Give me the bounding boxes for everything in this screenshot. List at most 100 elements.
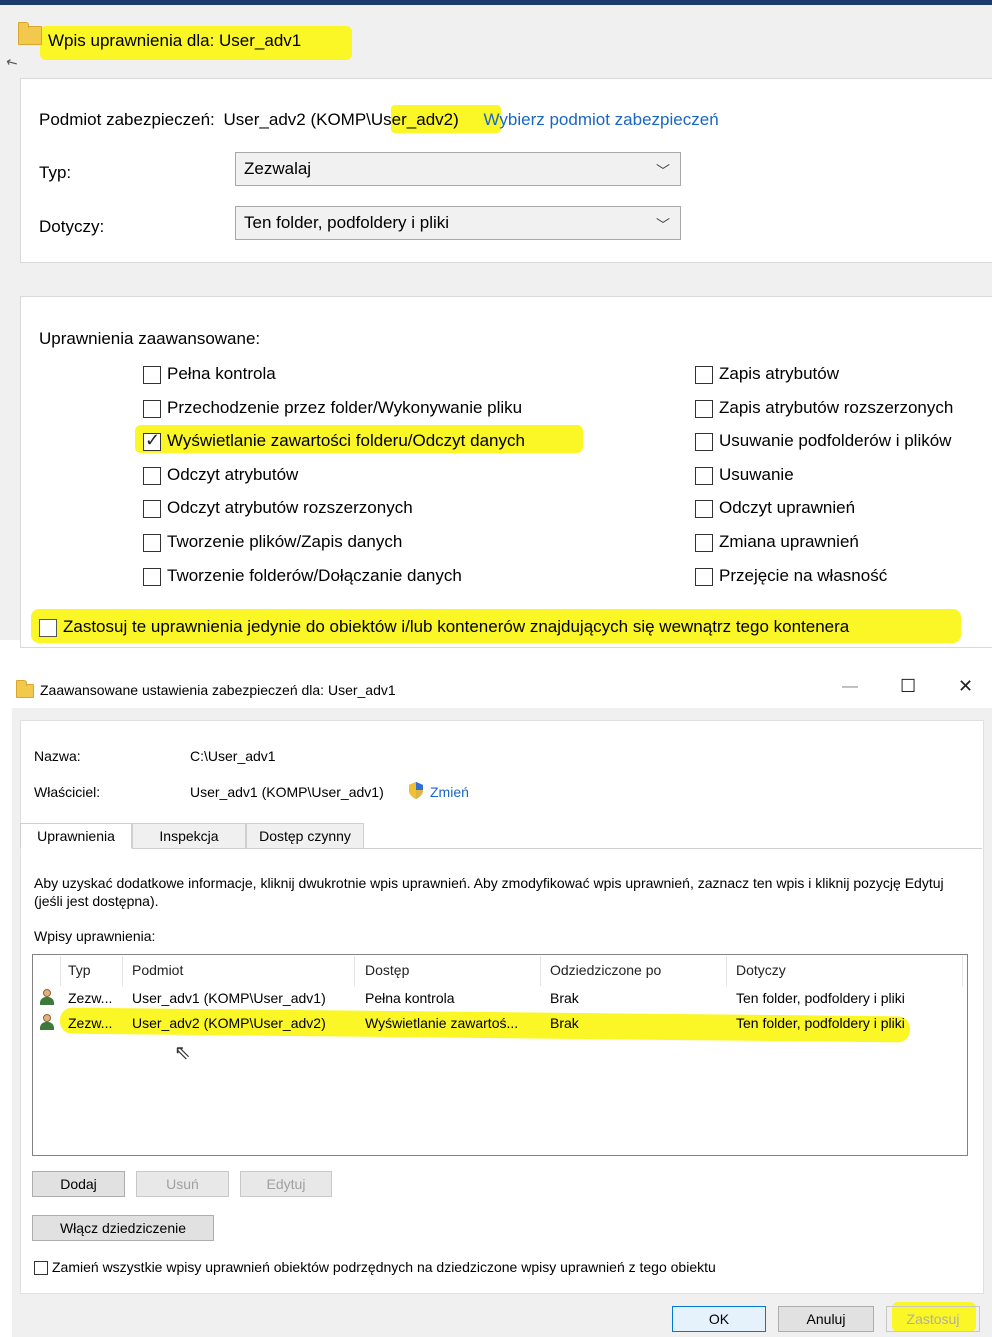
row-principal: User_adv1 (KOMP\User_adv1)	[132, 990, 326, 1006]
permission-label: Pełna kontrola	[167, 364, 276, 383]
applies-select[interactable]: Ten folder, podfoldery i pliki ﹀	[235, 206, 681, 240]
column-divider	[726, 956, 727, 986]
apply-only-label: Zastosuj te uprawnienia jedynie do obiek…	[63, 617, 850, 636]
tab-effective-access[interactable]: Dostęp czynny	[246, 823, 364, 849]
permission-checkbox[interactable]	[143, 430, 161, 452]
name-label: Nazwa:	[34, 748, 81, 764]
type-select[interactable]: Zezwalaj ﹀	[235, 152, 681, 186]
permission-label: Tworzenie plików/Zapis danych	[167, 532, 403, 551]
row-inherited: Brak	[550, 990, 579, 1006]
permission-checkbox[interactable]	[143, 500, 161, 519]
permission-checkbox[interactable]	[695, 433, 713, 452]
chevron-down-icon: ﹀	[656, 163, 670, 179]
permission-label: Przechodzenie przez folder/Wykonywanie p…	[167, 397, 523, 417]
permission-checkbox[interactable]	[695, 500, 713, 519]
change-owner-link[interactable]: Zmień	[430, 784, 469, 800]
permission-checkbox[interactable]	[695, 534, 713, 552]
permission-checkbox[interactable]	[143, 567, 161, 586]
chevron-down-icon: ﹀	[656, 217, 670, 233]
user-icon	[40, 989, 54, 1005]
permission-label: Zmiana uprawnień	[719, 532, 859, 551]
tab-permissions[interactable]: Uprawnienia	[20, 823, 132, 849]
permission-checkbox[interactable]	[695, 399, 713, 418]
advanced-security-dialog: Zaawansowane ustawienia zabezpieczeń dla…	[0, 660, 992, 1337]
select-principal-link[interactable]: Wybierz podmiot zabezpieczeń	[484, 110, 719, 129]
column-header-access[interactable]: Dostęp	[365, 962, 409, 978]
applies-label: Dotyczy:	[39, 217, 105, 236]
remove-button[interactable]: Usuń	[136, 1171, 229, 1197]
column-header-applies[interactable]: Dotyczy	[736, 962, 786, 978]
column-divider	[354, 956, 355, 986]
row-access: Pełna kontrola	[365, 990, 455, 1006]
permission-label: Odczyt atrybutów	[167, 464, 299, 484]
permission-checkbox[interactable]	[143, 534, 161, 552]
permission-entry-dialog: Wpis uprawnienia dla: User_adv1 ↖ Podmio…	[0, 0, 992, 648]
permission-checkbox[interactable]	[695, 567, 713, 586]
permission-label: Usuwanie	[719, 464, 794, 484]
user-icon	[40, 1014, 54, 1030]
folder-icon	[16, 680, 34, 698]
permission-label: Odczyt uprawnień	[719, 498, 856, 518]
owner-value: User_adv1 (KOMP\User_adv1)	[190, 784, 384, 800]
permission-checkbox[interactable]	[695, 366, 713, 384]
minimize-button[interactable]: —	[842, 678, 858, 696]
column-divider	[60, 956, 61, 986]
cancel-button[interactable]: Anuluj	[778, 1306, 874, 1332]
row-applies: Ten folder, podfoldery i pliki	[736, 990, 905, 1006]
entries-label: Wpisy uprawnienia:	[34, 928, 156, 944]
type-label: Typ:	[39, 163, 72, 182]
folder-icon	[18, 22, 42, 45]
permission-label: Wyświetlanie zawartości folderu/Odczyt d…	[167, 431, 525, 451]
column-header-inherited[interactable]: Odziedziczone po	[550, 962, 661, 978]
name-value: C:\User_adv1	[190, 748, 276, 764]
principal-label: Podmiot zabezpieczeń:	[39, 110, 215, 129]
apply-button[interactable]: Zastosuj	[886, 1306, 980, 1332]
tab-auditing[interactable]: Inspekcja	[132, 823, 246, 849]
enable-inheritance-button[interactable]: Włącz dziedziczenie	[32, 1215, 214, 1241]
principal-value-hl: User_adv2)	[370, 110, 459, 129]
ok-button[interactable]: OK	[672, 1306, 766, 1332]
mouse-pointer-icon: ⇖	[174, 1042, 191, 1064]
permission-label: Zapis atrybutów	[719, 364, 839, 383]
column-divider	[962, 956, 963, 986]
row-type: Zezw...	[68, 990, 113, 1006]
applies-value: Ten folder, podfoldery i pliki	[244, 213, 450, 232]
row-applies: Ten folder, podfoldery i pliki	[736, 1015, 905, 1031]
column-divider	[540, 956, 541, 986]
row-type: Zezw...	[68, 1015, 113, 1031]
permission-label: Przejęcie na własność	[719, 565, 888, 585]
advanced-label: Uprawnienia zaawansowane:	[39, 329, 261, 348]
column-header-principal[interactable]: Podmiot	[132, 962, 183, 978]
window-title: Zaawansowane ustawienia zabezpieczeń dla…	[40, 682, 396, 698]
type-value: Zezwalaj	[244, 159, 312, 178]
permission-label: Tworzenie folderów/Dołączanie danych	[167, 565, 462, 585]
permission-checkbox[interactable]	[695, 466, 713, 485]
permission-label: Zapis atrybutów rozszerzonych	[719, 397, 954, 417]
shield-icon	[408, 782, 424, 799]
row-inherited: Brak	[550, 1015, 579, 1031]
permission-label: Usuwanie podfolderów i plików	[719, 431, 952, 451]
titlebar-line	[0, 0, 992, 5]
permission-checkbox[interactable]	[143, 466, 161, 485]
replace-child-perms-checkbox[interactable]	[34, 1261, 48, 1275]
add-button[interactable]: Dodaj	[32, 1171, 125, 1197]
permission-label: Odczyt atrybutów rozszerzonych	[167, 498, 413, 518]
dialog-title: Wpis uprawnienia dla: User_adv1	[48, 31, 302, 50]
permission-checkbox[interactable]	[143, 399, 161, 418]
info-text: Aby uzyskać dodatkowe informacje, klikni…	[34, 875, 944, 909]
apply-only-checkbox[interactable]	[39, 619, 57, 637]
permission-entries-list[interactable]	[32, 954, 968, 1156]
row-principal: User_adv2 (KOMP\User_adv2)	[132, 1015, 326, 1031]
maximize-button[interactable]: ☐	[900, 676, 916, 697]
cursor-arrow-icon: ↖	[2, 52, 21, 72]
edit-button[interactable]: Edytuj	[240, 1171, 332, 1197]
permission-checkbox[interactable]	[143, 366, 161, 384]
column-header-type[interactable]: Typ	[68, 962, 91, 978]
principal-row: Podmiot zabezpieczeń: User_adv2 (KOMP\Us…	[39, 110, 719, 130]
owner-label: Właściciel:	[34, 784, 101, 800]
column-divider	[122, 956, 123, 986]
principal-panel: Podmiot zabezpieczeń: User_adv2 (KOMP\Us…	[20, 78, 992, 263]
close-button[interactable]: ✕	[958, 676, 973, 697]
principal-value-prefix: User_adv2 (KOMP\	[223, 110, 371, 129]
advanced-permissions-panel: Uprawnienia zaawansowane: Pełna kontrola…	[20, 296, 992, 648]
